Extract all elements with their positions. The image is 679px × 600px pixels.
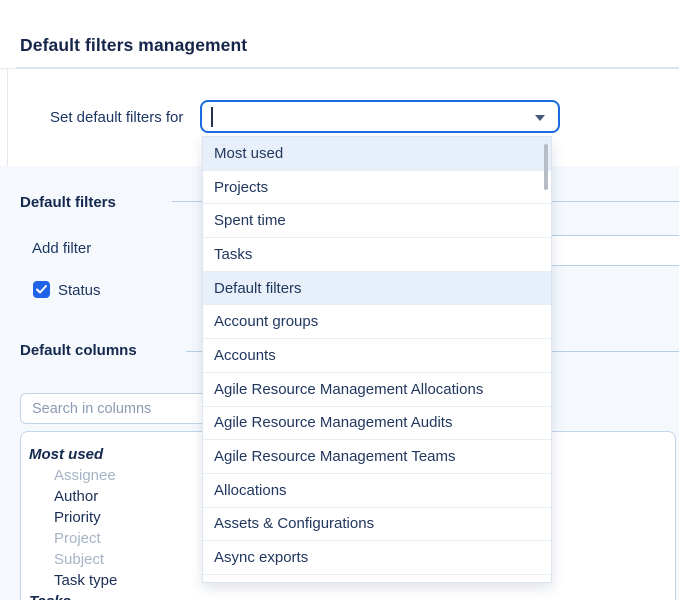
dropdown-option[interactable]: Default filters: [203, 272, 551, 306]
dropdown-option-partial: [203, 575, 551, 582]
add-filter-label: Add filter: [32, 240, 91, 257]
dropdown-option[interactable]: Most used: [203, 137, 551, 171]
dropdown-option[interactable]: Tasks: [203, 238, 551, 272]
dropdown-option[interactable]: Agile Resource Management Teams: [203, 440, 551, 474]
status-filter-label: Status: [58, 282, 101, 299]
dropdown-option[interactable]: Agile Resource Management Allocations: [203, 373, 551, 407]
dropdown-option[interactable]: Async exports: [203, 541, 551, 575]
chevron-down-icon[interactable]: [535, 115, 545, 121]
combobox-search-input[interactable]: [211, 106, 531, 129]
page-title: Default filters management: [20, 35, 247, 56]
dropdown-option[interactable]: Account groups: [203, 305, 551, 339]
default-filters-heading: Default filters: [20, 194, 116, 211]
dropdown-option[interactable]: Projects: [203, 171, 551, 205]
default-filters-management-page: Default filters management Set default f…: [0, 0, 679, 600]
dropdown-scrollbar[interactable]: [544, 144, 548, 190]
header-divider: [16, 67, 679, 69]
dropdown-option[interactable]: Spent time: [203, 204, 551, 238]
dropdown-option[interactable]: Assets & Configurations: [203, 508, 551, 542]
panel-left-border: [7, 69, 8, 166]
column-group-title: Tasks: [29, 591, 675, 600]
status-filter-checkbox[interactable]: [33, 281, 50, 298]
header-divider-stub: [0, 68, 16, 69]
dropdown-option[interactable]: Agile Resource Management Audits: [203, 407, 551, 441]
default-columns-heading: Default columns: [20, 342, 137, 359]
set-default-filters-combobox[interactable]: [200, 100, 560, 133]
text-cursor: [211, 107, 213, 127]
dropdown-option[interactable]: Allocations: [203, 474, 551, 508]
check-icon: [36, 285, 47, 294]
combobox-dropdown-list: Most used Projects Spent time Tasks Defa…: [202, 136, 552, 583]
set-default-filters-label: Set default filters for: [50, 109, 183, 126]
dropdown-option[interactable]: Accounts: [203, 339, 551, 373]
